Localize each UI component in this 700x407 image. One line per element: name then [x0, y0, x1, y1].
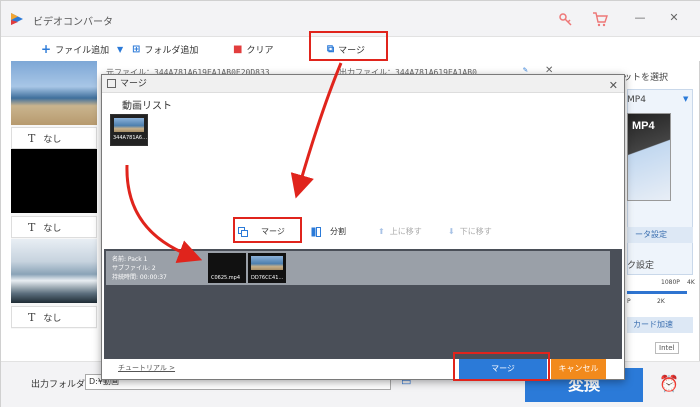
app-title: ビデオコンバータ [33, 17, 113, 28]
text-icon: T [28, 310, 36, 324]
format-select-label: ットを選択 [623, 73, 669, 83]
video-list-title: 動画リスト [122, 101, 172, 112]
text-icon: T [28, 131, 36, 145]
merge-action-highlight-box [233, 217, 302, 243]
plus-icon: + [41, 42, 52, 56]
res-2k-label: 2K [657, 298, 665, 305]
chevron-down-icon: ▼ [117, 44, 124, 54]
move-up-button[interactable]: ⬆ 上に移す [378, 226, 422, 237]
edit-icon[interactable]: ✎ [523, 65, 528, 74]
close-icon[interactable]: ✕ [609, 77, 618, 95]
group-duration: 持続時間: 00:00:37 [112, 274, 167, 281]
split-button[interactable]: 分割 [311, 226, 346, 237]
clear-button[interactable]: ■ クリア [233, 42, 273, 56]
trash-icon: ■ [233, 43, 243, 55]
add-file-dropdown[interactable]: ▼ [117, 42, 123, 56]
file-list: T なし T なし T なし [11, 61, 97, 329]
split-icon [311, 226, 321, 237]
dialog-title: マージ [120, 79, 147, 89]
merge-highlight-box [309, 31, 388, 61]
merge-group-row[interactable]: 名前: Pack 1 サブファイル: 2 持続時間: 00:00:37 C062… [106, 251, 610, 285]
file-thumbnail[interactable] [11, 149, 97, 213]
alarm-clock-icon[interactable]: ⏰ [659, 374, 679, 394]
split-label: 分割 [330, 227, 346, 236]
cart-icon[interactable] [592, 11, 608, 27]
quality-settings-label: ク設定 [627, 261, 655, 271]
minimize-icon[interactable]: — [633, 11, 647, 25]
quality-slider[interactable] [627, 291, 687, 294]
dialog-cancel-button[interactable]: キャンセル [551, 359, 606, 379]
file-thumbnail[interactable] [11, 61, 97, 125]
merge-button-highlight-box [453, 352, 550, 381]
add-folder-button[interactable]: ⊞ フォルダ追加 [132, 42, 198, 56]
add-file-button[interactable]: + ファイル追加 [41, 42, 109, 56]
format-name: MP4 [627, 95, 646, 105]
subtitle-value: なし [43, 313, 62, 324]
folder-plus-icon: ⊞ [132, 43, 141, 55]
parameter-settings-button[interactable]: ータ設定 [627, 227, 693, 243]
dialog-action-row: マージ 分割 ⬆ 上に移す ⬇ 下に移す [102, 223, 624, 243]
arrow-up-icon: ⬆ [378, 227, 385, 236]
subtitle-selector[interactable]: T なし [11, 127, 97, 149]
key-icon[interactable] [558, 11, 574, 27]
dialog-title-bar: マージ ✕ [102, 75, 624, 93]
res-p-label: P [627, 298, 631, 305]
video-list-item-name: 344A781A6… [113, 135, 148, 141]
arrow-down-icon: ⬇ [448, 227, 455, 236]
merge-dialog: マージ ✕ 動画リスト 344A781A6… マージ 分割 ⬆ 上に移す ⬇ 下… [101, 74, 625, 380]
clear-label: クリア [246, 45, 274, 56]
group-info: 名前: Pack 1 サブファイル: 2 持続時間: 00:00:37 [112, 255, 167, 282]
subtitle-value: なし [43, 223, 62, 234]
merge-group-area: 名前: Pack 1 サブファイル: 2 持続時間: 00:00:37 C062… [104, 249, 622, 359]
group-subfiles: サブファイル: 2 [112, 265, 156, 272]
clip-name: C0625.mp4 [211, 275, 241, 281]
video-thumbnail [114, 118, 144, 132]
res-4k-label: 4K [687, 279, 695, 286]
clip-name: DD76CC41… [251, 275, 284, 281]
move-down-button[interactable]: ⬇ 下に移す [448, 226, 492, 237]
merge-icon [107, 79, 116, 88]
add-file-label: ファイル追加 [55, 45, 110, 56]
move-down-label: 下に移す [459, 227, 492, 236]
add-folder-label: フォルダ追加 [144, 45, 199, 56]
tutorial-link[interactable]: チュートリアル > [118, 363, 175, 373]
group-name: 名前: Pack 1 [112, 256, 148, 263]
video-list-item[interactable]: 344A781A6… [110, 114, 148, 146]
clip-thumbnail [251, 256, 283, 270]
mp4-format-icon: MP4 [627, 113, 671, 201]
text-icon: T [28, 220, 36, 234]
subtitle-selector[interactable]: T なし [11, 306, 97, 328]
file-thumbnail[interactable] [11, 239, 97, 303]
format-dropdown-icon[interactable]: ▼ [683, 95, 688, 103]
res-1080-label: 1080P [661, 279, 680, 286]
group-clip[interactable]: C0625.mp4 [208, 253, 246, 283]
group-clip[interactable]: DD76CC41… [248, 253, 286, 283]
subtitle-value: なし [43, 134, 62, 145]
intel-chip-badge[interactable]: Intel [655, 342, 679, 354]
app-window: ビデオコンバータ — ✕ + ファイル追加 ▼ ⊞ フォルダ追加 ■ クリア ⧉… [0, 0, 700, 407]
gpu-accel-label: カード加速 [627, 317, 693, 333]
subtitle-selector[interactable]: T なし [11, 216, 97, 238]
move-up-label: 上に移す [389, 227, 422, 236]
close-icon[interactable]: ✕ [667, 11, 681, 25]
app-logo-icon [11, 13, 23, 25]
